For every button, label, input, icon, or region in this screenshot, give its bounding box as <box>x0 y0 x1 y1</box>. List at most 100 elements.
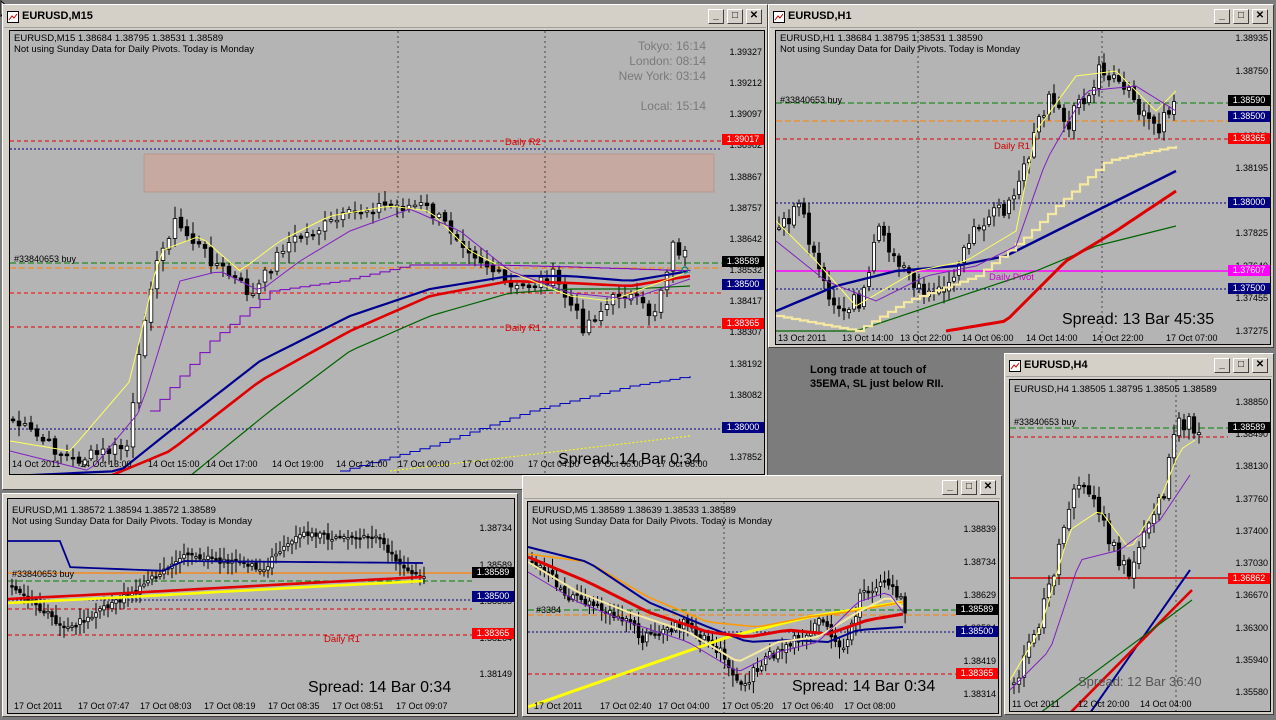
close-button[interactable]: ✕ <box>1252 358 1268 373</box>
candle-body <box>388 203 394 207</box>
candle-body <box>821 619 825 623</box>
candle-body <box>70 625 74 628</box>
minimize-button[interactable]: _ <box>942 480 958 495</box>
trade-label: #33840653 buy <box>12 569 75 579</box>
price-axis[interactable]: 1.387341.385891.383651.382641.381491.385… <box>472 499 514 713</box>
chart-window-h1[interactable]: EURUSD,H1 _ □ ✕ EURUSD,H1 1.38684 1.3879… <box>768 4 1274 348</box>
candle-body <box>832 297 836 306</box>
candle-body <box>102 605 106 611</box>
maximize-button[interactable]: □ <box>1233 358 1249 373</box>
candle-body <box>1071 488 1077 509</box>
chart-window-h4[interactable]: EURUSD,H4 _ □ ✕ EURUSD,H4 1.38505 1.3879… <box>1004 353 1274 715</box>
candle-body <box>802 202 806 215</box>
candle-body <box>842 308 846 312</box>
candle-body <box>142 583 146 587</box>
price-axis[interactable]: 1.389351.387501.385651.383801.381951.380… <box>1228 31 1270 344</box>
candle-body <box>1136 547 1142 564</box>
candle-body <box>1096 496 1102 515</box>
minimize-button[interactable]: _ <box>708 9 724 24</box>
price-axis[interactable]: 1.38850 1.38490 1.38130 1.37760 1.37400 1.370… <box>1228 380 1270 711</box>
candle-body <box>298 534 302 539</box>
maximize-button[interactable]: □ <box>727 9 743 24</box>
candle-body <box>124 445 130 451</box>
chart-plot-area[interactable]: EURUSD,M15 1.38684 1.38795 1.38531 1.385… <box>9 30 765 475</box>
chart-window-m15[interactable]: EURUSD,M15 _ □ ✕ EURUSD,M15 1.38684 1.38… <box>2 4 768 490</box>
price-axis[interactable]: 1.39327 1.39212 1.39097 1.38982 1.38867 1.387… <box>722 31 764 474</box>
chart-plot-area[interactable]: EURUSD,M1 1.38572 1.38594 1.38572 1.3858… <box>7 498 515 714</box>
time-tick-label: 17 Oct 06:40 <box>782 701 834 711</box>
maximize-button[interactable]: □ <box>961 480 977 495</box>
trade-label: #33840653 buy <box>14 254 77 264</box>
maximize-button[interactable]: □ <box>1233 9 1249 24</box>
candle-body <box>28 422 34 430</box>
close-button[interactable]: ✕ <box>1252 9 1268 24</box>
time-tick-label: 17 Oct 08:00 <box>844 701 896 711</box>
window-titlebar[interactable]: EURUSD,H1 _ □ ✕ <box>770 6 1272 28</box>
chart-window-icon <box>1009 360 1021 372</box>
candle-body <box>917 283 921 289</box>
candle-body <box>54 615 58 625</box>
candle-body <box>1012 195 1016 200</box>
candle-body <box>952 276 956 282</box>
time-tick-label: 17 Oct 06:00 <box>592 459 644 469</box>
candle-body <box>112 444 118 455</box>
chart-window-m1[interactable]: EURUSD,M1 1.38572 1.38594 1.38572 1.3858… <box>2 493 518 717</box>
candle-body <box>892 253 896 257</box>
minimize-button[interactable]: _ <box>1214 9 1230 24</box>
candle-body <box>912 272 916 288</box>
price-axis[interactable]: 1.388391.387341.386291.385241.384191.383… <box>956 502 998 713</box>
candle-body <box>210 556 214 559</box>
candle-body <box>322 532 326 535</box>
candle-body <box>1062 107 1066 122</box>
time-tick-label: 14 Oct 13:00 <box>80 459 132 469</box>
candle-body <box>94 450 100 455</box>
chart-ohlc-header: EURUSD,M1 1.38572 1.38594 1.38572 1.3858… <box>12 505 216 516</box>
candle-body <box>1111 541 1117 546</box>
candle-body <box>669 628 674 633</box>
candle-body <box>558 587 563 590</box>
spread-bar-readout: Spread: 14 Bar 0:34 <box>308 679 452 696</box>
candle-body <box>628 619 633 623</box>
price-tick-label: 1.38734 <box>479 523 512 533</box>
window-titlebar[interactable]: EURUSD,M15 _ □ ✕ <box>4 6 766 28</box>
candle-body <box>46 611 50 614</box>
chart-plot-area[interactable]: EURUSD,H4 1.38505 1.38795 1.38505 1.3858… <box>1009 379 1271 712</box>
price-tick-label: 1.38192 <box>729 358 762 369</box>
candle-body <box>154 576 158 579</box>
candle-body <box>282 546 286 551</box>
minimize-button[interactable]: _ <box>1214 358 1230 373</box>
time-tick-label: 17 Oct 09:07 <box>396 701 448 711</box>
candle-body <box>1121 560 1127 566</box>
close-button[interactable]: ✕ <box>980 480 996 495</box>
candle-body <box>657 633 661 636</box>
price-tick-label: 1.38149 <box>479 669 512 679</box>
window-titlebar[interactable]: _ □ ✕ <box>524 477 1000 499</box>
time-tick-label: 14 Oct 14:00 <box>1026 333 1078 343</box>
candle-body <box>1172 101 1176 115</box>
candle-body <box>1017 180 1021 195</box>
candle-body <box>568 295 574 306</box>
price-level-tag: 1.38365 <box>1228 133 1270 144</box>
candle-body <box>1141 531 1147 548</box>
candle-body <box>58 623 62 626</box>
chart-plot-area[interactable]: EURUSD,H1 1.38684 1.38795 1.38531 1.3859… <box>775 30 1271 345</box>
chart-plot-area[interactable]: EURUSD,M5 1.38589 1.38639 1.38533 1.3858… <box>527 501 999 714</box>
candle-body <box>442 212 448 222</box>
price-level-tag: 1.37500 <box>1228 283 1270 294</box>
candle-body <box>142 319 148 357</box>
window-titlebar[interactable]: EURUSD,H4 _ □ ✕ <box>1006 355 1272 377</box>
trailing-stop-upper <box>150 264 691 412</box>
spread-bar-readout: Spread: 12 Bar 36:40 <box>1078 674 1202 689</box>
close-button[interactable]: ✕ <box>746 9 762 24</box>
candle-body <box>82 620 86 623</box>
price-tick-label: 1.37400 <box>1235 525 1268 536</box>
candle-body <box>579 595 583 600</box>
candle-body <box>870 590 874 594</box>
trade-annotation: Long trade at touch of 35EMA, SL just be… <box>810 364 944 390</box>
chart-window-m5[interactable]: _ □ ✕ EURUSD,M5 1.38589 1.38639 1.38533 … <box>522 475 1002 717</box>
candle-body <box>418 202 424 206</box>
candle-body <box>682 249 688 258</box>
candle-body <box>886 578 891 586</box>
chart-ohlc-header: EURUSD,M5 1.38589 1.38639 1.38533 1.3858… <box>532 505 736 516</box>
candle-body <box>74 625 78 628</box>
